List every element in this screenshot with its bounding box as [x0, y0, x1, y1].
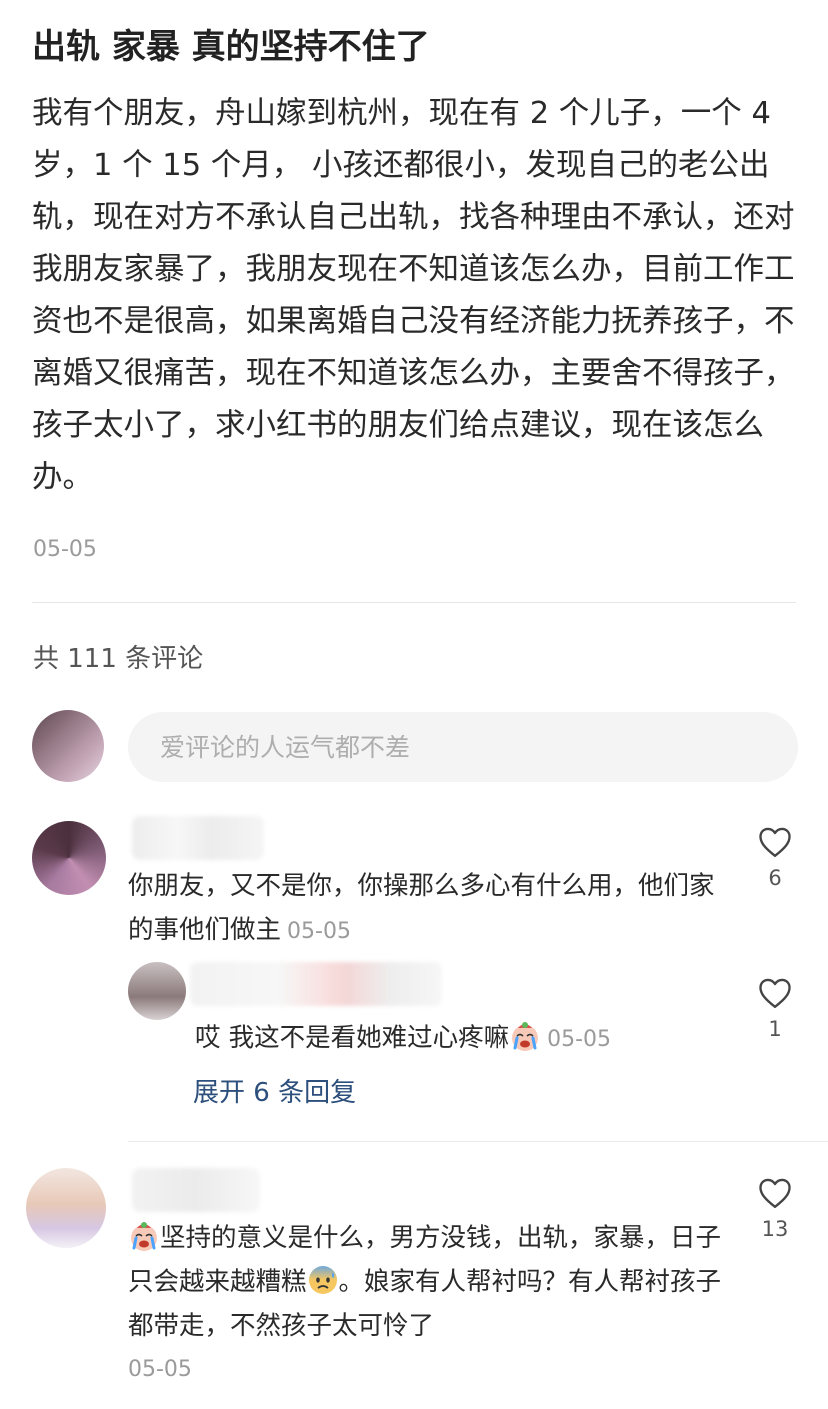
- heart-icon: [759, 978, 791, 1008]
- commenter-avatar[interactable]: [32, 821, 106, 895]
- comment-input[interactable]: [128, 712, 798, 782]
- comment-1-text: 你朋友，又不是你，你操那么多心有什么用，他们家的事他们做主: [128, 871, 715, 945]
- crying-face-emoji-icon: [512, 1022, 539, 1051]
- post-date: 05-05: [33, 537, 97, 562]
- divider: [32, 602, 796, 603]
- expand-replies-link[interactable]: 展开 6 条回复: [193, 1072, 356, 1109]
- comment-1-date: 05-05: [287, 919, 351, 944]
- post-body: 我有个朋友，舟山嫁到杭州，现在有 2 个儿子，一个 4 岁，1 个 15 个月，…: [32, 96, 795, 495]
- comment-2-like-count: 13: [761, 1217, 789, 1241]
- comment-2-like-button[interactable]: 13: [745, 1177, 805, 1243]
- comment-1-like-count: 6: [768, 866, 782, 890]
- divider: [128, 1141, 828, 1142]
- comment-2-date: 05-05: [128, 1357, 192, 1382]
- reply-1[interactable]: 哎 我这不是看她难过心疼嘛 05-05: [195, 1016, 755, 1062]
- commenter-avatar[interactable]: [26, 1168, 106, 1248]
- commenter-username-blurred[interactable]: [132, 1168, 260, 1212]
- heart-icon: [759, 827, 791, 857]
- comment-count: 共 111 条评论: [33, 644, 204, 674]
- heart-icon: [759, 1178, 791, 1208]
- post-title: 出轨 家暴 真的坚持不住了: [32, 27, 430, 67]
- commenter-username-blurred[interactable]: [132, 816, 264, 860]
- replier-username-blurred[interactable]: [190, 962, 442, 1006]
- comment-1[interactable]: 你朋友，又不是你，你操那么多心有什么用，他们家的事他们做主 05-05: [128, 864, 728, 954]
- reply-1-date: 05-05: [547, 1027, 612, 1052]
- anxious-sweat-face-emoji-icon: [308, 1266, 337, 1294]
- reply-1-like-button[interactable]: 1: [745, 977, 805, 1043]
- reply-1-text: 哎 我这不是看她难过心疼嘛: [195, 1023, 510, 1053]
- comment-1-like-button[interactable]: 6: [745, 826, 805, 892]
- my-avatar[interactable]: [32, 710, 104, 782]
- replier-avatar[interactable]: [128, 962, 186, 1020]
- crying-face-emoji-icon: [131, 1222, 157, 1251]
- reply-1-like-count: 1: [768, 1017, 782, 1041]
- comment-2[interactable]: 坚持的意义是什么，男方没钱，出轨，家暴，日子只会越来越糟糕 。娘家有人帮衬吗？有…: [128, 1216, 728, 1348]
